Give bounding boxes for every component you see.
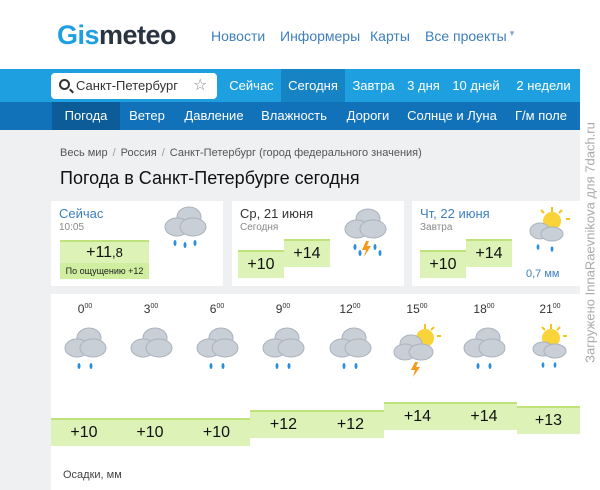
sun-cloud-rain-icon — [529, 207, 570, 252]
cloudy-rain-icon — [64, 327, 107, 369]
now-time: 10:05 — [59, 222, 85, 233]
hour-label: 900 — [275, 302, 291, 316]
tomorrow-card[interactable]: Чт, 22 июня Завтра +10 +14 0,7 мм — [412, 201, 580, 286]
search-icon — [59, 79, 70, 90]
hour-label: 2100 — [539, 302, 561, 316]
subnav-wind[interactable]: Ветер — [120, 102, 174, 130]
hourly-temp: +12 — [317, 410, 384, 438]
today-card[interactable]: Ср, 21 июня Сегодня +10 +14 — [232, 201, 404, 286]
tomorrow-precipitation: 0,7 мм — [526, 268, 560, 280]
today-temp-max: +14 — [284, 239, 330, 267]
hourly-temp: +12 — [250, 410, 317, 438]
hourly-temp: +14 — [384, 402, 451, 430]
hour-label: 1500 — [406, 302, 428, 316]
now-temperature: +11,8 — [60, 240, 149, 263]
nav-informers-link[interactable]: Информеры — [280, 28, 360, 44]
sun-cloud-rain-icon — [532, 324, 567, 368]
subnav-bar: Погода Ветер Давление Влажность Дороги С… — [0, 102, 580, 130]
cloudy-rain-icon — [164, 206, 207, 248]
cloudy-rain-icon — [196, 327, 239, 369]
subnav-sun-moon[interactable]: Солнце и Луна — [402, 102, 502, 130]
tomorrow-temp-min: +10 — [420, 250, 466, 278]
main-content: Весь мир / Россия / Санкт-Петербург (город ф… — [0, 130, 580, 490]
hour-label: 600 — [209, 302, 225, 316]
nav-maps-link[interactable]: Карты — [370, 28, 410, 44]
subnav-humidity[interactable]: Влажность — [254, 102, 334, 130]
now-title: Сейчас — [59, 206, 104, 221]
nav-all-projects-link[interactable]: Все проекты ▾ — [425, 28, 514, 44]
gismeteo-logo[interactable]: Gismeteo — [57, 20, 177, 51]
hour-label: 1800 — [473, 302, 495, 316]
breadcrumb-city[interactable]: Санкт-Петербург (город федерального знач… — [170, 147, 422, 159]
cloudy-rain-icon — [262, 327, 305, 369]
tomorrow-label: Завтра — [420, 222, 453, 233]
hourly-temp: +10 — [51, 418, 117, 446]
top-header: Gismeteo Новости Информеры Карты Все про… — [0, 0, 580, 69]
hour-label: 000 — [77, 302, 93, 316]
subnav-roads[interactable]: Дороги — [334, 102, 402, 130]
hour-label: 300 — [143, 302, 159, 316]
now-card[interactable]: Сейчас 10:05 +11,8 По ощущению +12 — [51, 201, 223, 286]
cloudy-rain-icon — [329, 327, 372, 369]
star-favorite-icon[interactable]: ☆ — [193, 75, 207, 95]
today-date: Ср, 21 июня — [240, 206, 314, 221]
chevron-down-icon: ▾ — [509, 28, 515, 38]
tab-today[interactable]: Сегодня — [281, 69, 345, 102]
today-temp-min: +10 — [238, 250, 284, 278]
tab-now[interactable]: Сейчас — [222, 69, 281, 102]
sun-cloud-thunder-icon — [393, 324, 441, 377]
tab-3-days[interactable]: 3 дня — [402, 69, 445, 102]
city-search-input[interactable]: Санкт-Петербург ☆ — [51, 73, 217, 99]
page-title: Погода в Санкт-Петербурге сегодня — [60, 168, 360, 188]
precipitation-label: Осадки, мм — [63, 469, 122, 481]
tomorrow-date: Чт, 22 июня — [420, 206, 490, 221]
hourly-temp: +10 — [183, 418, 250, 446]
hourly-temp: +10 — [117, 418, 183, 446]
hourly-forecast: 000 300 600 900 1200 1500 1800 2100 +10 … — [51, 294, 580, 490]
hourly-temp: +13 — [517, 406, 580, 434]
breadcrumb-russia[interactable]: Россия — [121, 147, 157, 159]
today-label: Сегодня — [240, 222, 279, 233]
watermark: Загружено InnaRaevnikova для 7dach.ru — [582, 122, 598, 363]
subnav-pressure[interactable]: Давление — [174, 102, 254, 130]
cloudy-icon — [130, 327, 173, 358]
period-tabs-bar: Санкт-Петербург ☆ Сейчас Сегодня Завтра … — [0, 69, 580, 102]
tab-tomorrow[interactable]: Завтра — [345, 69, 402, 102]
hour-label: 1200 — [339, 302, 361, 316]
subnav-weather[interactable]: Погода — [52, 102, 120, 130]
cloudy-rain-icon — [463, 327, 506, 369]
breadcrumb-world[interactable]: Весь мир — [60, 147, 108, 159]
tomorrow-temp-max: +14 — [466, 239, 512, 267]
city-search-value: Санкт-Петербург — [76, 78, 178, 93]
tab-2-weeks[interactable]: 2 недели — [507, 69, 580, 102]
feels-like-badge: По ощущению +12 — [60, 263, 149, 279]
tab-10-days[interactable]: 10 дней — [445, 69, 507, 102]
subnav-geomagnetic[interactable]: Г/м поле — [502, 102, 580, 130]
thunderstorm-icon — [344, 208, 387, 257]
hourly-temp: +14 — [451, 402, 517, 430]
breadcrumb: Весь мир / Россия / Санкт-Петербург (город ф… — [60, 147, 422, 159]
nav-news-link[interactable]: Новости — [211, 28, 265, 44]
